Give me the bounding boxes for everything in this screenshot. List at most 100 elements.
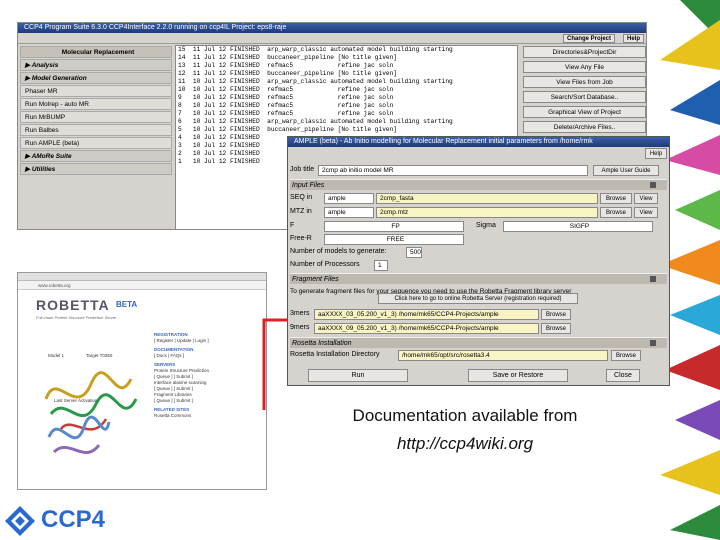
f-select[interactable]: FP <box>324 221 464 232</box>
seq-browse-button[interactable]: Browse <box>600 193 632 204</box>
job-row[interactable]: 8 10 Jul 12 FINISHED refmac5 refine jac … <box>178 102 517 110</box>
close-button[interactable]: Close <box>606 369 640 382</box>
seq-dir-select[interactable]: ample <box>324 193 374 204</box>
job-row[interactable]: 9 10 Jul 12 FINISHED refmac5 refine jac … <box>178 94 517 102</box>
processors-label: Number of Processors <box>290 261 360 268</box>
module-selector[interactable]: Molecular Replacement <box>20 46 172 58</box>
ccp4-wordmark: CCP4 <box>41 506 106 533</box>
expand-arrow-icon: ▶ <box>25 166 32 173</box>
project-action-button[interactable]: View Any File <box>523 61 646 73</box>
freer-select[interactable]: FREE <box>324 234 464 245</box>
expand-arrow-icon: ▶ <box>25 153 32 160</box>
f-label: F <box>290 222 295 229</box>
seq-label: SEQ in <box>290 194 313 201</box>
robetta-nav-link[interactable]: Rosetta Commons <box>154 413 264 419</box>
job-row[interactable]: 12 11 Jul 12 FINISHED buccaneer_pipeline… <box>178 70 517 78</box>
menu-item[interactable]: Run AMPLE (beta) <box>20 137 172 149</box>
save-restore-button[interactable]: Save or Restore <box>468 369 568 382</box>
job-row[interactable]: 5 10 Jul 12 FINISHED buccaneer_pipeline … <box>178 126 517 134</box>
9mers-label: 9mers <box>290 324 310 331</box>
menu-section-label: Utilities <box>31 166 56 173</box>
job-row[interactable]: 13 11 Jul 12 FINISHED refmac5 refine jac… <box>178 62 517 70</box>
ccp4-diamond-icon <box>5 506 35 536</box>
expand-arrow-icon: ▶ <box>25 62 32 69</box>
menu-item[interactable]: Run Balbes <box>20 124 172 136</box>
3mers-browse-button[interactable]: Browse <box>541 309 571 320</box>
9mers-browse-button[interactable]: Browse <box>541 323 571 334</box>
section-toggle-icon[interactable] <box>650 182 656 188</box>
menu-item[interactable]: ▶ AMoRe Suite <box>20 150 172 162</box>
robetta-nav-link[interactable]: [ Docs | FAQs ] <box>154 353 264 359</box>
menu-section-label: Analysis <box>31 62 59 69</box>
menu-section-label: AMoRe Suite <box>31 153 72 160</box>
models-label: Number of models to generate: <box>290 248 387 255</box>
mtz-view-button[interactable]: View <box>634 207 658 218</box>
robetta-server-button[interactable]: Click here to go to online Robetta Serve… <box>378 293 578 304</box>
ample-user-guide-button[interactable]: Ample User Guide <box>593 165 659 176</box>
project-action-button[interactable]: View Files from Job <box>523 76 646 88</box>
protein-ribbon-image <box>47 415 111 454</box>
job-title-label: Job title <box>290 166 315 173</box>
job-row[interactable]: 10 10 Jul 12 FINISHED refmac5 refine jac… <box>178 86 517 94</box>
menu-item[interactable]: ▶ Utilities <box>20 163 172 175</box>
activation-caption: Last Server Activation <box>54 398 98 403</box>
ample-dialog: AMPLE (beta) - Ab Initio modelling for M… <box>287 136 670 386</box>
freer-label: Free-R <box>290 235 312 242</box>
processors-input[interactable]: 1 <box>374 260 388 271</box>
robetta-beta-label: BETA <box>116 300 138 309</box>
9mers-input[interactable]: aaXXXX_09_05.200_v1_3) /home/mk65/CCP4-P… <box>314 323 539 334</box>
mtz-file-input[interactable]: 2cmp.mtz <box>376 207 598 218</box>
job-row[interactable]: 14 11 Jul 12 FINISHED buccaneer_pipeline… <box>178 54 517 62</box>
menu-item[interactable]: ▶ Analysis <box>20 59 172 71</box>
section-toggle-icon[interactable] <box>650 340 656 346</box>
menu-item[interactable]: ▶ Model Generation <box>20 72 172 84</box>
sigma-select[interactable]: SIGFP <box>503 221 653 232</box>
run-button[interactable]: Run <box>308 369 408 382</box>
robetta-nav-link[interactable]: [ Queue ] [ Submit ] <box>154 398 264 404</box>
job-row[interactable]: 6 10 Jul 12 FINISHED arp_warp_classic au… <box>178 118 517 126</box>
browser-url-bar[interactable]: www.robetta.org <box>18 281 266 290</box>
project-action-button[interactable]: Search/Sort Database.. <box>523 91 646 103</box>
mtz-dir-select[interactable]: ample <box>324 207 374 218</box>
3mers-input[interactable]: aaXXXX_03_05.200_v1_3) /home/mk65/CCP4-P… <box>314 309 539 320</box>
job-row[interactable]: 7 10 Jul 12 FINISHED refmac5 refine jac … <box>178 110 517 118</box>
robetta-subtitle: Full-chain Protein Structure Prediction … <box>36 315 117 320</box>
robetta-nav-link[interactable]: [ Register | Update | Login ] <box>154 338 264 344</box>
job-title-input[interactable]: 2cmp ab initio model MR <box>318 165 588 176</box>
rosetta-dir-input[interactable]: /home/mk65/opt/src/rosetta3.4 <box>398 350 608 361</box>
robetta-webpage: www.robetta.org ROBETTA BETA Full-chain … <box>17 272 267 490</box>
seq-view-button[interactable]: View <box>634 193 658 204</box>
job-row[interactable]: 15 11 Jul 12 FINISHED arp_warp_classic a… <box>178 46 517 54</box>
menu-item[interactable]: Phaser MR <box>20 85 172 97</box>
robetta-logo: ROBETTA <box>36 297 110 313</box>
help-button[interactable]: Help <box>623 34 645 43</box>
input-files-header: Input Files <box>290 179 667 190</box>
ccp4-logo: CCP4 <box>3 504 106 538</box>
section-toggle-icon[interactable] <box>650 276 656 282</box>
job-row[interactable]: 11 10 Jul 12 FINISHED arp_warp_classic a… <box>178 78 517 86</box>
project-action-button[interactable]: Directories&ProjectDir <box>523 46 646 58</box>
module-menu: Molecular Replacement ▶ Analysis ▶ Model … <box>20 46 172 176</box>
project-action-button[interactable]: Graphical View of Project <box>523 106 646 118</box>
model-caption: Model 1 <box>48 353 65 358</box>
main-window-title: CCP4 Program Suite 6.3.0 CCP4Interface 2… <box>18 23 646 33</box>
3mers-label: 3mers <box>290 310 310 317</box>
models-input[interactable]: 500 <box>406 247 422 258</box>
expand-arrow-icon: ▶ <box>25 75 32 82</box>
robetta-nav: REGISTRATION[ Register | Update | Login … <box>154 329 264 419</box>
mtz-label: MTZ in <box>290 208 312 215</box>
seq-file-input[interactable]: 2cmp_fasta <box>376 193 598 204</box>
rosetta-header: Rosetta Installation <box>290 337 667 348</box>
sigma-label: Sigma <box>476 222 496 229</box>
menu-section-label: Model Generation <box>31 75 87 82</box>
mtz-browse-button[interactable]: Browse <box>600 207 632 218</box>
menu-item[interactable]: Run MrBUMP <box>20 111 172 123</box>
doc-url[interactable]: http://ccp4wiki.org <box>290 434 640 454</box>
fragment-files-header: Fragment Files <box>290 273 667 284</box>
menu-item[interactable]: Run Molrep - auto MR <box>20 98 172 110</box>
project-action-button[interactable]: Delete/Archive Files.. <box>523 121 646 133</box>
ample-help-button[interactable]: Help <box>645 148 667 159</box>
rosetta-dir-label: Rosetta Installation Directory <box>290 351 380 358</box>
rosetta-browse-button[interactable]: Browse <box>611 350 641 361</box>
change-project-button[interactable]: Change Project <box>563 34 616 43</box>
